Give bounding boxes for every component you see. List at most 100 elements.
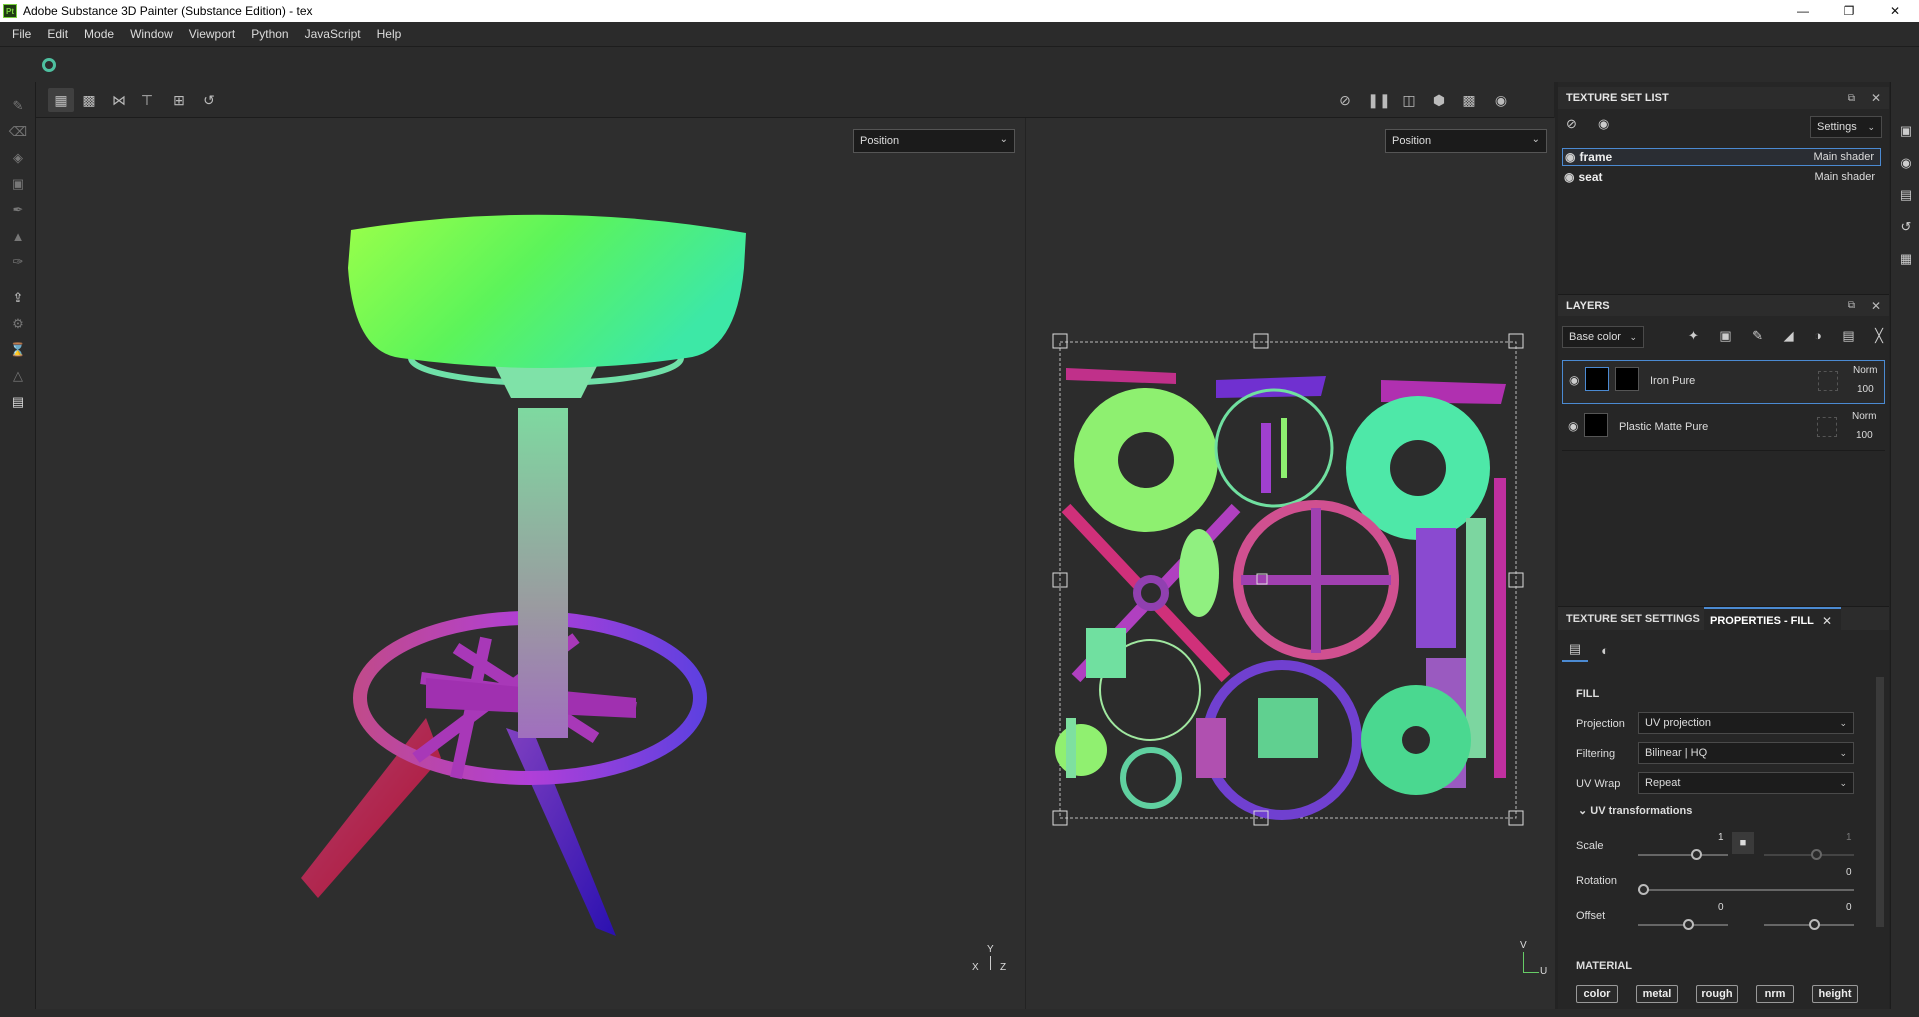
- rotation-slider-handle[interactable]: [1638, 884, 1649, 895]
- metal-channel-button[interactable]: metal: [1636, 985, 1678, 1003]
- polygon-fill-icon[interactable]: △: [8, 366, 28, 386]
- tab-texture-set-settings[interactable]: TEXTURE SET SETTINGS: [1566, 613, 1700, 625]
- menu-edit[interactable]: Edit: [39, 27, 76, 41]
- eye-icon[interactable]: ◉: [1568, 419, 1578, 433]
- layer-thumbnail[interactable]: [1585, 367, 1609, 391]
- tile-grid-icon[interactable]: ▩: [76, 88, 102, 112]
- history-icon[interactable]: ↺: [196, 88, 222, 112]
- properties-scrollbar[interactable]: [1876, 677, 1884, 927]
- smudge-icon[interactable]: ✒: [8, 200, 28, 220]
- minimize-icon[interactable]: —: [1783, 0, 1823, 22]
- uv-transformations-toggle[interactable]: ⌄ UV transformations: [1578, 804, 1692, 817]
- history-icon[interactable]: ↺: [1897, 218, 1915, 236]
- offset-v-value[interactable]: 0: [1846, 902, 1852, 913]
- add-fill-layer-icon[interactable]: ◢: [1784, 328, 1794, 348]
- scale-slider-v[interactable]: [1764, 854, 1854, 856]
- menu-window[interactable]: Window: [122, 27, 181, 41]
- offset-u-value[interactable]: 0: [1718, 902, 1724, 913]
- texture-set-shader[interactable]: Main shader: [1813, 151, 1874, 163]
- layer-thumbnail[interactable]: [1584, 413, 1608, 437]
- material-sphere-icon[interactable]: ◐: [1592, 638, 1618, 662]
- menu-file[interactable]: File: [4, 27, 39, 41]
- uv-grid-icon[interactable]: ▦: [48, 88, 74, 112]
- tab-properties-fill[interactable]: PROPERTIES - FILL ✕: [1704, 607, 1841, 631]
- close-panel-icon[interactable]: ✕: [1871, 299, 1881, 313]
- texture-set-settings-select[interactable]: Settings ⌄: [1810, 116, 1882, 138]
- menu-help[interactable]: Help: [369, 27, 410, 41]
- eye-icon[interactable]: ◉: [1564, 170, 1574, 184]
- hide-icon[interactable]: ⊘: [1566, 116, 1577, 132]
- normal-channel-button[interactable]: nrm: [1756, 985, 1794, 1003]
- eraser-icon[interactable]: ⌫: [8, 122, 28, 142]
- camera-icon[interactable]: ◉: [1488, 88, 1514, 112]
- layer-item[interactable]: ◉ Iron Pure Norm 100: [1562, 360, 1885, 404]
- texture-set-shader[interactable]: Main shader: [1814, 171, 1875, 183]
- layer-mask-slot[interactable]: [1818, 371, 1838, 391]
- scale-slider-v-handle[interactable]: [1811, 849, 1822, 860]
- clone-stamp-icon[interactable]: ▲: [8, 226, 28, 246]
- add-effect-icon[interactable]: ✦: [1688, 328, 1699, 348]
- rotation-slider[interactable]: [1638, 889, 1854, 891]
- sync-status-icon[interactable]: [42, 58, 56, 72]
- layer-opacity[interactable]: 100: [1856, 430, 1873, 441]
- add-paint-layer-icon[interactable]: ✎: [1752, 328, 1763, 348]
- add-folder-icon[interactable]: ▤: [1842, 328, 1854, 348]
- offset-v-slider-handle[interactable]: [1809, 919, 1820, 930]
- texture-set-item[interactable]: ◉ frame Main shader: [1562, 148, 1881, 166]
- cube-icon[interactable]: ⬢: [1426, 88, 1452, 112]
- color-channel-button[interactable]: color: [1576, 985, 1618, 1003]
- viewport-2d[interactable]: Position ⌄ V U: [1026, 118, 1555, 1009]
- fill-properties-icon[interactable]: ▤: [1562, 638, 1588, 662]
- paint-brush-icon[interactable]: ✎: [8, 96, 28, 116]
- log-icon[interactable]: ▦: [1897, 250, 1915, 268]
- bake-icon[interactable]: ⚙: [8, 314, 28, 334]
- projection-icon[interactable]: ◈: [8, 148, 28, 168]
- close-window-icon[interactable]: ✕: [1875, 0, 1915, 22]
- symmetry-x-icon[interactable]: ⋈: [106, 88, 132, 112]
- menu-python[interactable]: Python: [243, 27, 296, 41]
- eye-icon[interactable]: ◉: [1565, 150, 1575, 164]
- camera-video-icon[interactable]: ▩: [1456, 88, 1482, 112]
- smart-material-icon[interactable]: ◑: [1814, 328, 1822, 348]
- menu-mode[interactable]: Mode: [76, 27, 122, 41]
- pause-icon[interactable]: ❚❚: [1366, 88, 1392, 112]
- hourglass-icon[interactable]: ⌛: [8, 340, 28, 360]
- blend-mode[interactable]: Norm: [1853, 365, 1877, 376]
- add-mask-icon[interactable]: ▣: [1719, 328, 1731, 348]
- scale-value[interactable]: 1: [1718, 832, 1724, 843]
- viewport-3d[interactable]: Position ⌄ Y X Z: [36, 118, 1025, 1009]
- layer-mask-thumbnail[interactable]: [1615, 367, 1639, 391]
- view-split-icon[interactable]: ◫: [1396, 88, 1422, 112]
- display-settings-icon[interactable]: ▣: [1897, 122, 1915, 140]
- rotation-value[interactable]: 0: [1846, 867, 1852, 878]
- eye-icon[interactable]: ◉: [1598, 116, 1609, 132]
- scale-value-v[interactable]: 1: [1846, 832, 1852, 843]
- channel-select[interactable]: Base color ⌄: [1562, 326, 1644, 348]
- uv-wrap-select[interactable]: Repeat ⌄: [1638, 772, 1854, 794]
- menu-viewport[interactable]: Viewport: [181, 27, 243, 41]
- screenshot-icon[interactable]: ▤: [8, 392, 28, 412]
- assets-icon[interactable]: ▤: [1897, 186, 1915, 204]
- scale-slider-handle[interactable]: [1691, 849, 1702, 860]
- hide-uv-icon[interactable]: ⊘: [1332, 88, 1358, 112]
- geometry-mask-icon[interactable]: ▣: [8, 174, 28, 194]
- color-picker-icon[interactable]: ✑: [8, 252, 28, 272]
- add-icon[interactable]: ⊞: [166, 88, 192, 112]
- delete-icon[interactable]: ╳: [1875, 328, 1883, 348]
- close-tab-icon[interactable]: ✕: [1822, 614, 1832, 628]
- layer-item[interactable]: ◉ Plastic Matte Pure Norm 100: [1562, 407, 1885, 451]
- height-channel-button[interactable]: height: [1812, 985, 1858, 1003]
- symmetry-y-icon[interactable]: ⊤: [134, 88, 160, 112]
- texture-set-item[interactable]: ◉ seat Main shader: [1562, 168, 1881, 186]
- export-icon[interactable]: ⇪: [8, 288, 28, 308]
- menu-javascript[interactable]: JavaScript: [297, 27, 369, 41]
- float-panel-icon[interactable]: ⧉: [1848, 93, 1855, 104]
- shelf-icon[interactable]: ◉: [1897, 154, 1915, 172]
- restore-icon[interactable]: ❐: [1829, 0, 1869, 22]
- projection-select[interactable]: UV projection ⌄: [1638, 712, 1854, 734]
- scale-slider[interactable]: [1638, 854, 1728, 856]
- float-panel-icon[interactable]: ⧉: [1848, 300, 1855, 311]
- close-panel-icon[interactable]: ✕: [1871, 91, 1881, 105]
- filtering-select[interactable]: Bilinear | HQ ⌄: [1638, 742, 1854, 764]
- offset-u-slider-handle[interactable]: [1683, 919, 1694, 930]
